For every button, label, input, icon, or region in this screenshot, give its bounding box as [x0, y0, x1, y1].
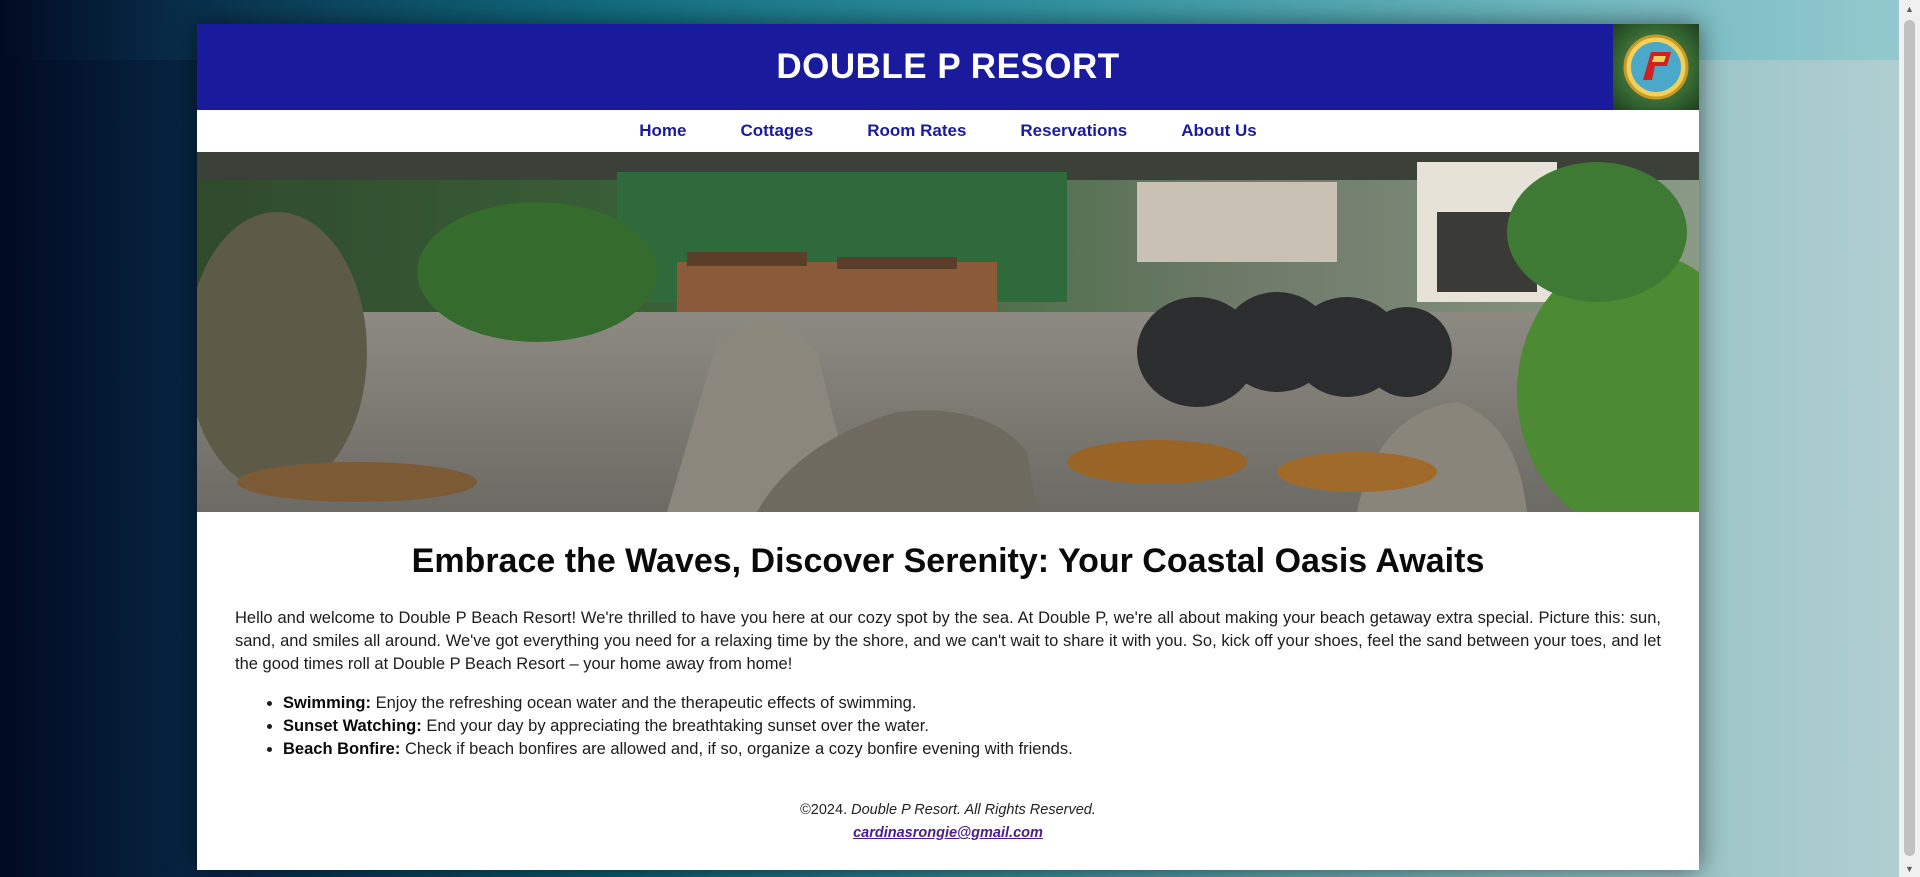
contact-email-link[interactable]: cardinasrongie@gmail.com — [853, 825, 1043, 841]
nav-room-rates-link[interactable]: Room Rates — [867, 121, 966, 141]
feature-title: Beach Bonfire: — [283, 740, 401, 758]
feature-item-swimming: Swimming: Enjoy the refreshing ocean wat… — [283, 692, 1661, 715]
logo-badge — [1623, 34, 1689, 100]
copyright-text: ©2024. — [800, 802, 848, 818]
resort-logo-icon — [1613, 24, 1699, 110]
main-nav: Home Cottages Room Rates Reservations Ab… — [197, 110, 1699, 152]
feature-item-sunset-watching: Sunset Watching: End your day by appreci… — [283, 715, 1661, 738]
page-scrollbar[interactable]: ▲ ▼ — [1899, 0, 1920, 877]
hero-image — [197, 152, 1699, 512]
scroll-thumb[interactable] — [1904, 20, 1915, 856]
feature-title: Sunset Watching: — [283, 717, 422, 735]
nav-home-link[interactable]: Home — [639, 121, 686, 141]
nav-reservations-link[interactable]: Reservations — [1020, 121, 1127, 141]
feature-text: Check if beach bonfires are allowed and,… — [404, 740, 1073, 758]
site-header: DOUBLE P RESORT — [197, 24, 1699, 110]
feature-text: End your day by appreciating the breatht… — [426, 717, 929, 735]
rights-text: Double P Resort. All Rights Reserved. — [851, 802, 1096, 818]
nav-about-us-link[interactable]: About Us — [1181, 121, 1257, 141]
site-footer: ©2024. Double P Resort. All Rights Reser… — [235, 799, 1661, 845]
page-container: DOUBLE P RESORT Home Cottages Room Rates… — [197, 24, 1699, 870]
feature-item-beach-bonfire: Beach Bonfire: Check if beach bonfires a… — [283, 738, 1661, 761]
main-headline: Embrace the Waves, Discover Serenity: Yo… — [411, 542, 1485, 580]
main-content: Embrace the Waves, Discover Serenity: Yo… — [197, 542, 1699, 845]
features-list: Swimming: Enjoy the refreshing ocean wat… — [235, 692, 1661, 761]
site-title: DOUBLE P RESORT — [776, 47, 1120, 86]
feature-title: Swimming: — [283, 694, 372, 712]
scroll-up-arrow-icon[interactable]: ▲ — [1899, 0, 1920, 17]
copyright-line: ©2024. Double P Resort. All Rights Reser… — [235, 799, 1661, 822]
nav-cottages-link[interactable]: Cottages — [740, 121, 813, 141]
feature-text: Enjoy the refreshing ocean water and the… — [375, 694, 917, 712]
intro-paragraph: Hello and welcome to Double P Beach Reso… — [235, 609, 1661, 673]
scroll-down-arrow-icon[interactable]: ▼ — [1899, 860, 1920, 877]
